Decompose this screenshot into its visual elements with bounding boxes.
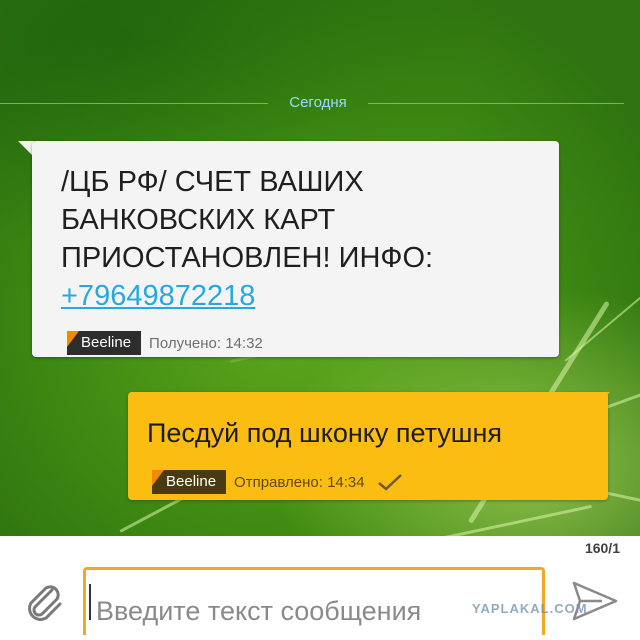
outgoing-message-bubble[interactable]: Песдуй под шконку петушня Beeline Отправ…: [128, 392, 608, 500]
separator-line-left: [0, 103, 268, 104]
incoming-message-body: /ЦБ РФ/ СЧЕТ ВАШИХ БАНКОВСКИХ КАРТ ПРИОС…: [61, 163, 551, 315]
phone-number-link[interactable]: +79649872218: [61, 277, 551, 315]
outgoing-message-text: Песдуй под шконку петушня: [147, 418, 502, 448]
checkmark-icon: [377, 474, 402, 491]
watermark-text: YAPLAKAL.COM: [472, 601, 588, 616]
incoming-message-text: /ЦБ РФ/ СЧЕТ ВАШИХ БАНКОВСКИХ КАРТ ПРИОС…: [61, 166, 434, 274]
text-cursor: [89, 584, 91, 620]
operator-label: Beeline: [166, 473, 217, 490]
sent-status: Отправлено: 14:34: [234, 473, 365, 491]
operator-badge: Beeline: [152, 470, 227, 494]
operator-corner-icon: [67, 331, 79, 347]
received-status: Получено: 14:32: [149, 334, 263, 352]
char-counter: 160/1: [584, 540, 620, 556]
operator-badge: Beeline: [67, 331, 142, 355]
outgoing-message-meta: Beeline Отправлено: 14:34: [152, 470, 403, 494]
operator-corner-icon: [152, 470, 164, 486]
operator-label: Beeline: [81, 334, 132, 351]
separator-line-right: [368, 103, 624, 104]
incoming-message-bubble[interactable]: /ЦБ РФ/ СЧЕТ ВАШИХ БАНКОВСКИХ КАРТ ПРИОС…: [32, 141, 559, 357]
date-separator: Сегодня: [0, 94, 640, 114]
incoming-message-meta: Beeline Получено: 14:32: [67, 331, 263, 355]
date-label: Сегодня: [289, 94, 347, 111]
message-composer: 160/1: [0, 536, 640, 640]
paperclip-icon[interactable]: [22, 580, 66, 624]
